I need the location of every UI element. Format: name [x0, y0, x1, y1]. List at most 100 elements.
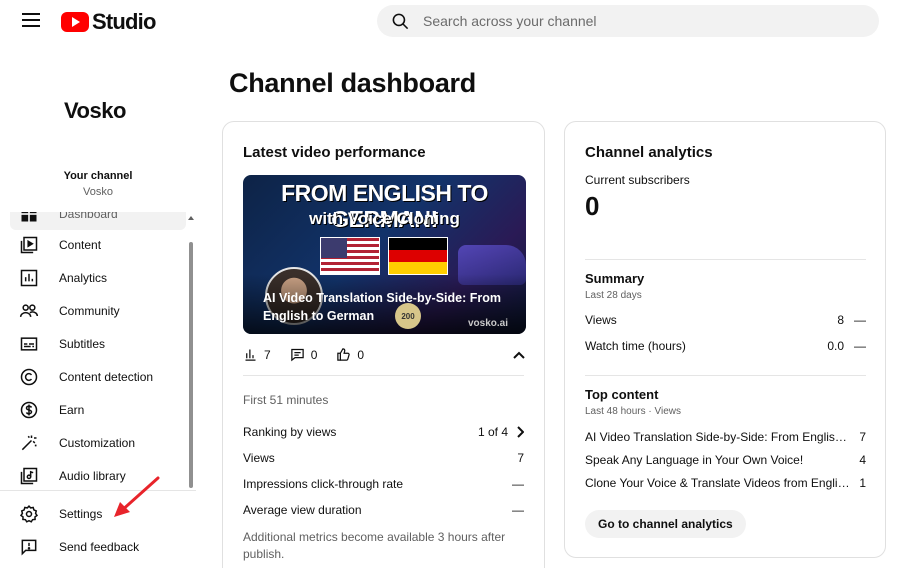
top-content-title-text: AI Video Translation Side-by-Side: From … [585, 430, 850, 444]
metric-label: Impressions click-through rate [243, 477, 404, 491]
top-content-row[interactable]: AI Video Translation Side-by-Side: From … [585, 430, 866, 444]
top-content-row[interactable]: Speak Any Language in Your Own Voice! 4 [585, 453, 866, 467]
content-icon [19, 235, 39, 255]
top-content-title-text: Speak Any Language in Your Own Voice! [585, 453, 804, 467]
video-thumbnail[interactable]: FROM ENGLISH TO GERMAN! with Voice Cloni… [243, 175, 526, 334]
sidebar-item-label: Content [59, 238, 102, 252]
sidebar-item-label: Analytics [59, 271, 108, 285]
annotation-arrow-icon [114, 476, 160, 517]
summary-value: 8 [837, 313, 844, 327]
channel-analytics-card: Channel analytics Current subscribers 0 … [564, 121, 886, 558]
video-stats: 7 0 0 [243, 347, 383, 362]
ranking-value: 1 of 4 [477, 425, 508, 439]
sidebar-item-analytics[interactable]: Analytics [10, 262, 186, 294]
top-content-row[interactable]: Clone Your Voice & Translate Videos from… [585, 476, 866, 490]
sidebar-item-content[interactable]: Content [10, 229, 186, 261]
sidebar-item-label: Settings [59, 507, 103, 521]
german-flag-icon [388, 237, 448, 275]
sidebar-item-label: Content detection [59, 370, 154, 384]
metric-value: — [512, 477, 524, 491]
sidebar-divider [0, 490, 196, 491]
sidebar-item-label: Send feedback [59, 540, 140, 554]
sidebar-item-label: Earn [59, 403, 85, 417]
top-content-title-text: Clone Your Voice & Translate Videos from… [585, 476, 850, 490]
sidebar-nav: Dashboard Content Analytics Community Su… [0, 212, 196, 488]
channel-name[interactable]: Vosko [0, 186, 196, 198]
brand-text: Vosko [64, 98, 126, 123]
menu-icon[interactable] [22, 13, 40, 27]
divider [243, 375, 524, 376]
sidebar-item-customization[interactable]: Customization [10, 427, 186, 459]
top-content-title: Top content [585, 387, 659, 402]
ranking-row[interactable]: Ranking by views 1 of 4 [243, 425, 524, 439]
sidebar-item-earn[interactable]: Earn [10, 394, 186, 426]
summary-period: Last 28 days [585, 290, 642, 301]
ranking-label: Ranking by views [243, 425, 337, 439]
search-icon[interactable] [391, 12, 410, 31]
summary-label: Views [585, 313, 617, 327]
summary-value-group: 0.0 — [827, 339, 866, 353]
summary-title: Summary [585, 271, 645, 286]
ranking-value-group: 1 of 4 [478, 425, 524, 439]
metric-row: Impressions click-through rate — [243, 477, 524, 491]
summary-trend: — [854, 339, 866, 353]
sidebar-item-content-detection[interactable]: Content detection [10, 361, 186, 393]
metric-value: — [512, 503, 524, 517]
metric-value: 7 [517, 451, 524, 465]
latest-video-card: Latest video performance FROM ENGLISH TO… [222, 121, 545, 568]
comment-icon [290, 348, 304, 362]
search-input[interactable] [423, 13, 843, 29]
sidebar-scrollbar[interactable] [189, 242, 193, 488]
summary-row: Views 8— [585, 313, 866, 327]
likes-count: 0 [357, 347, 365, 362]
summary-label: Watch time (hours) [585, 339, 686, 353]
metric-row: Views 7 [243, 451, 524, 465]
thumbnail-subline: with Voice Cloning [309, 209, 460, 228]
audio-library-icon [19, 466, 39, 486]
divider [585, 375, 866, 376]
metric-row: Average view duration — [243, 503, 524, 517]
your-channel-label: Your channel [63, 170, 133, 182]
sidebar-item-label: Dashboard [59, 212, 118, 221]
collapse-chevron-icon[interactable] [513, 350, 525, 360]
summary-value-group: 8— [837, 313, 866, 327]
sidebar-item-send-feedback[interactable]: Send feedback [10, 531, 186, 563]
search-bar[interactable] [377, 5, 879, 37]
youtube-studio-logo[interactable]: Studio [61, 9, 156, 35]
scroll-up-arrow[interactable] [188, 216, 194, 220]
likes-stat: 0 [336, 347, 364, 362]
community-icon [19, 301, 39, 321]
top-content-views: 1 [859, 476, 866, 490]
summary-row: Watch time (hours) 0.0 — [585, 339, 866, 353]
sidebar-item-community[interactable]: Community [10, 295, 186, 327]
views-count: 7 [264, 347, 271, 362]
sidebar-item-subtitles[interactable]: Subtitles [10, 328, 186, 360]
subscribers-count: 0 [585, 191, 600, 221]
comments-stat: 0 [290, 347, 318, 362]
sidebar-item-label: Subtitles [59, 337, 106, 351]
top-content-period: Last 48 hours · Views [585, 406, 681, 417]
thumbnail-badge: 200 [395, 303, 421, 329]
divider [585, 259, 866, 260]
feedback-icon [21, 539, 37, 556]
top-content-views: 7 [859, 430, 866, 444]
comments-count: 0 [310, 347, 318, 362]
summary-trend: — [854, 313, 866, 327]
summary-value: 0.0 [827, 339, 844, 353]
dollar-icon [19, 400, 39, 420]
metric-label: Average view duration [243, 503, 362, 517]
bar-chart-icon [245, 349, 256, 361]
card-title: Latest video performance [243, 144, 426, 161]
sidebar-item-label: Community [59, 304, 120, 318]
period-text: First 51 minutes [243, 393, 329, 407]
subscribers-label: Current subscribers [585, 173, 866, 187]
subtitles-icon [19, 334, 39, 354]
go-to-channel-analytics-button[interactable]: Go to channel analytics [585, 510, 746, 538]
thumbnail-watermark: vosko.ai [468, 318, 509, 329]
gear-icon [19, 504, 39, 523]
channel-brand-logo[interactable]: Vosko [64, 98, 126, 124]
period-label: First 51 minutes [243, 393, 524, 407]
chevron-right-icon[interactable] [516, 426, 524, 438]
sidebar-item-dashboard[interactable]: Dashboard [10, 212, 186, 230]
views-stat: 7 [243, 347, 271, 362]
